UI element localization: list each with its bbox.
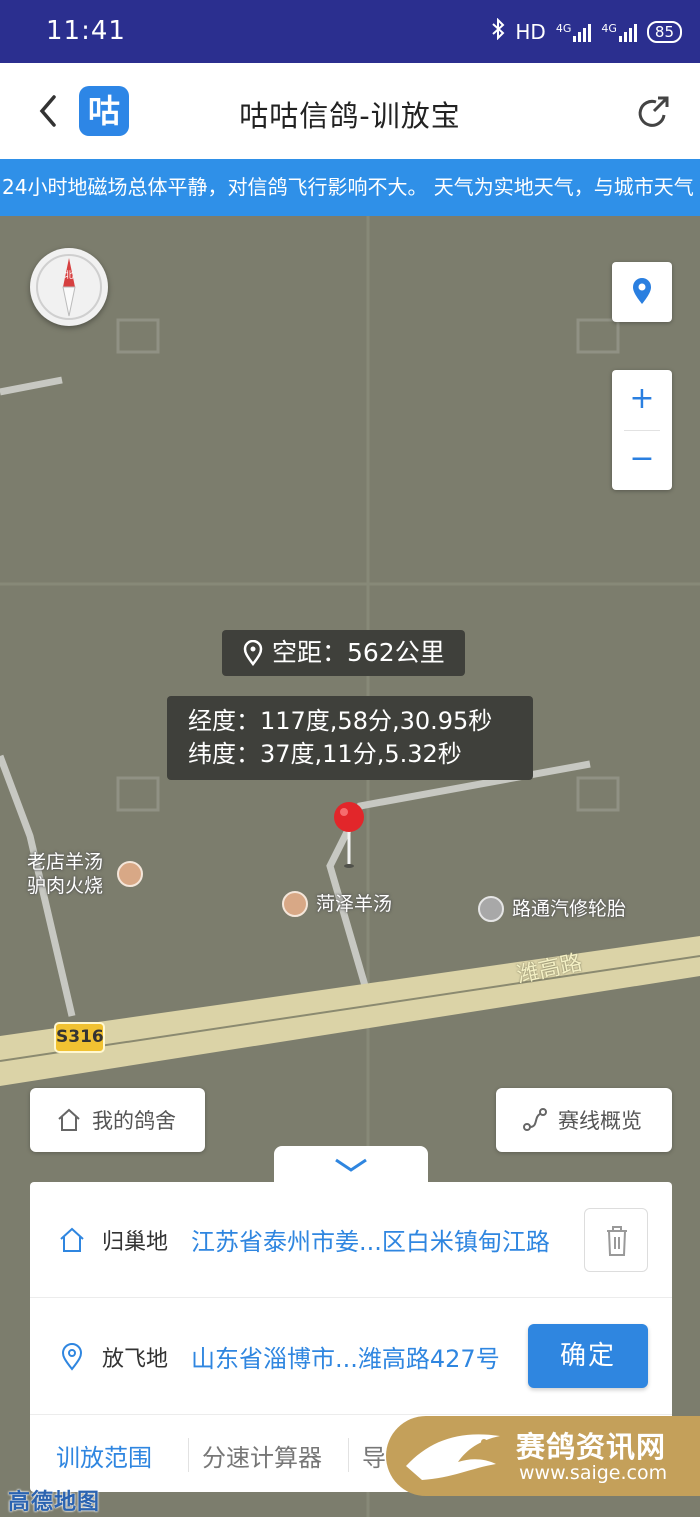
distance-text: 空距：562公里 — [272, 638, 445, 667]
release-label: 放飞地 — [102, 1347, 169, 1372]
share-icon[interactable] — [634, 93, 674, 133]
status-time: 11:41 — [46, 16, 126, 46]
my-loft-button[interactable]: 我的鸽舍 — [30, 1088, 205, 1152]
zoom-out-button[interactable]: − — [612, 430, 672, 488]
status-icons: HD 4G 4G 85 — [491, 17, 682, 45]
home-icon — [60, 1227, 84, 1252]
home-value[interactable]: 江苏省泰州市姜...区白米镇甸江路 — [191, 1222, 550, 1257]
longitude-text: 经度：117度,58分,30.95秒 — [188, 707, 493, 735]
route-shield: S316 — [54, 1022, 105, 1053]
compass-north-label: 北 — [64, 270, 73, 281]
info-ticker: 24小时地磁场总体平静，对信鸽飞行影响不大。 天气为实地天气，与城市天气 — [0, 159, 700, 216]
signal-icon: 4G — [556, 22, 592, 42]
map-provider-logo: 高德地图 — [8, 1490, 101, 1515]
zoom-in-button[interactable]: + — [612, 370, 672, 428]
wrench-icon[interactable] — [478, 896, 504, 922]
location-pin-icon — [633, 278, 651, 304]
home-location-row[interactable]: 归巢地 江苏省泰州市姜...区白米镇甸江路 — [30, 1182, 672, 1298]
home-label: 归巢地 — [102, 1230, 169, 1255]
tab-speed-calculator[interactable]: 分速计算器 — [202, 1438, 322, 1473]
restaurant-icon[interactable] — [117, 861, 143, 887]
route-icon — [523, 1108, 547, 1131]
poi-label[interactable]: 路通汽修轮胎 — [512, 897, 626, 921]
tab-training-range[interactable]: 训放范围 — [56, 1438, 152, 1473]
latitude-text: 纬度：37度,11分,5.32秒 — [188, 740, 462, 768]
compass-icon[interactable]: 北 — [30, 248, 108, 326]
confirm-button[interactable]: 确定 — [528, 1324, 648, 1388]
home-icon — [58, 1108, 80, 1131]
location-pin-icon — [243, 640, 263, 666]
trash-icon — [607, 1226, 627, 1256]
page-title: 咕咕信鸽-训放宝 — [239, 99, 461, 133]
coordinate-box: 经度：117度,58分,30.95秒 纬度：37度,11分,5.32秒 — [167, 696, 533, 780]
network-type: HD — [515, 19, 546, 44]
battery-icon: 85 — [646, 20, 682, 43]
tab-divider — [188, 1438, 189, 1472]
pigeon-logo-icon — [406, 1434, 500, 1480]
tab-navigation[interactable]: 导 — [362, 1438, 386, 1473]
tab-divider — [348, 1438, 349, 1472]
status-bar: 11:41 HD 4G 4G 85 — [0, 0, 700, 63]
zoom-controls: + − — [612, 370, 672, 490]
chevron-down-icon — [335, 1158, 367, 1172]
release-location-row[interactable]: 放飞地 山东省淄博市...潍高路427号 确定 — [30, 1299, 672, 1415]
map-view[interactable]: 北 + − 空距：562公里 经度：117度,58分,30.95秒 纬度：37度… — [0, 216, 700, 1517]
release-value[interactable]: 山东省淄博市...潍高路427号 — [191, 1339, 500, 1374]
poi-label[interactable]: 菏泽羊汤 — [316, 892, 392, 916]
title-bar: 咕 咕咕信鸽-训放宝 — [0, 63, 700, 159]
restaurant-icon[interactable] — [282, 891, 308, 917]
location-pin-icon — [61, 1343, 83, 1371]
signal-icon-2: 4G — [601, 22, 637, 42]
watermark: 赛鸽资讯网 www.saige.com — [386, 1416, 700, 1496]
bluetooth-icon — [491, 17, 505, 45]
poi-label[interactable]: 老店羊汤 驴肉火烧 — [27, 850, 103, 898]
map-pin-icon[interactable] — [332, 800, 366, 870]
watermark-title: 赛鸽资讯网 — [516, 1430, 667, 1464]
locate-button[interactable] — [612, 262, 672, 322]
route-overview-button[interactable]: 赛线概览 — [496, 1088, 672, 1152]
route-overview-label: 赛线概览 — [558, 1109, 642, 1133]
panel-collapse-handle[interactable] — [274, 1146, 428, 1184]
watermark-url: www.saige.com — [519, 1462, 668, 1484]
delete-button[interactable] — [584, 1208, 648, 1272]
distance-label: 空距：562公里 — [222, 630, 465, 676]
my-loft-label: 我的鸽舍 — [92, 1109, 176, 1133]
